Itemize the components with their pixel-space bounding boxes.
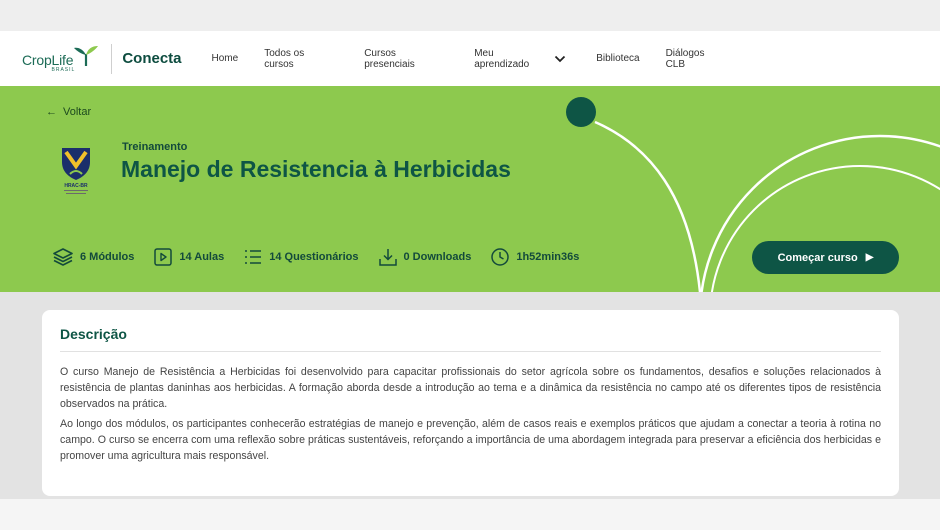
stat-modules-text: 6 Módulos bbox=[80, 251, 135, 263]
chevron-down-icon[interactable] bbox=[554, 55, 566, 63]
nav-home[interactable]: Home bbox=[212, 53, 239, 64]
start-course-button[interactable]: Começar curso ▶ bbox=[752, 241, 899, 274]
top-navbar: CropLife BRASIL Conecta Home Todos os cu… bbox=[0, 31, 940, 86]
back-label: Voltar bbox=[63, 106, 92, 118]
hrac-br-logo: HRAC-BR bbox=[62, 148, 90, 194]
play-icon: ▶ bbox=[865, 252, 874, 263]
brand-divider bbox=[111, 43, 113, 74]
stat-duration: 1h52min36s bbox=[491, 248, 579, 266]
description-paragraph: Ao longo dos módulos, os participantes c… bbox=[60, 418, 881, 462]
stat-downloads-text: 0 Downloads bbox=[403, 251, 472, 263]
course-hero-banner: ← Voltar HRAC-BR Treinamento Manejo de R… bbox=[0, 86, 940, 292]
layers-icon bbox=[53, 248, 73, 266]
stat-lessons: 14 Aulas bbox=[154, 248, 224, 266]
nav-in-person-courses[interactable]: Cursos presenciais bbox=[364, 48, 430, 70]
course-type-label: Treinamento bbox=[122, 141, 188, 153]
back-link[interactable]: ← Voltar bbox=[46, 106, 91, 118]
logo-subtitle: BRASIL bbox=[51, 66, 76, 73]
nav-library[interactable]: Biblioteca bbox=[596, 53, 639, 64]
course-stats: 6 Módulos 14 Aulas 14 Questionários 0 Do… bbox=[53, 248, 599, 266]
course-title: Manejo de Resistencia à Herbicidas bbox=[121, 156, 511, 182]
download-icon bbox=[378, 249, 397, 266]
start-course-label: Começar curso bbox=[777, 251, 858, 264]
top-strip bbox=[0, 0, 940, 31]
clock-icon bbox=[491, 248, 510, 266]
nav-all-courses[interactable]: Todos os cursos bbox=[264, 48, 320, 70]
arrow-left-icon: ← bbox=[46, 106, 57, 118]
list-icon bbox=[245, 250, 262, 264]
nav-dialogues[interactable]: Diálogos CLB bbox=[666, 48, 716, 70]
badge-label: HRAC-BR bbox=[64, 183, 88, 189]
stat-quizzes-text: 14 Questionários bbox=[269, 251, 359, 263]
croplife-logo[interactable]: CropLife BRASIL bbox=[22, 45, 99, 73]
nav-my-learning[interactable]: Meu aprendizado bbox=[474, 48, 566, 70]
brand[interactable]: CropLife BRASIL Conecta bbox=[0, 43, 212, 74]
stat-quizzes: 14 Questionários bbox=[244, 249, 359, 265]
description-paragraph: O curso Manejo de Resistência a Herbicid… bbox=[60, 366, 881, 410]
app-name[interactable]: Conecta bbox=[122, 50, 181, 67]
logo-text: CropLife bbox=[22, 51, 74, 68]
nav-my-learning-label: Meu aprendizado bbox=[474, 47, 530, 70]
play-square-icon bbox=[154, 248, 173, 266]
page-bottom-strip bbox=[0, 499, 940, 530]
stat-lessons-text: 14 Aulas bbox=[179, 251, 225, 263]
stat-downloads: 0 Downloads bbox=[378, 248, 472, 266]
stat-modules: 6 Módulos bbox=[53, 248, 134, 266]
description-card: Descrição O curso Manejo de Resistência … bbox=[42, 310, 899, 496]
stat-duration-text: 1h52min36s bbox=[516, 251, 580, 263]
sprout-icon bbox=[74, 45, 99, 66]
description-title: Descrição bbox=[60, 326, 881, 352]
